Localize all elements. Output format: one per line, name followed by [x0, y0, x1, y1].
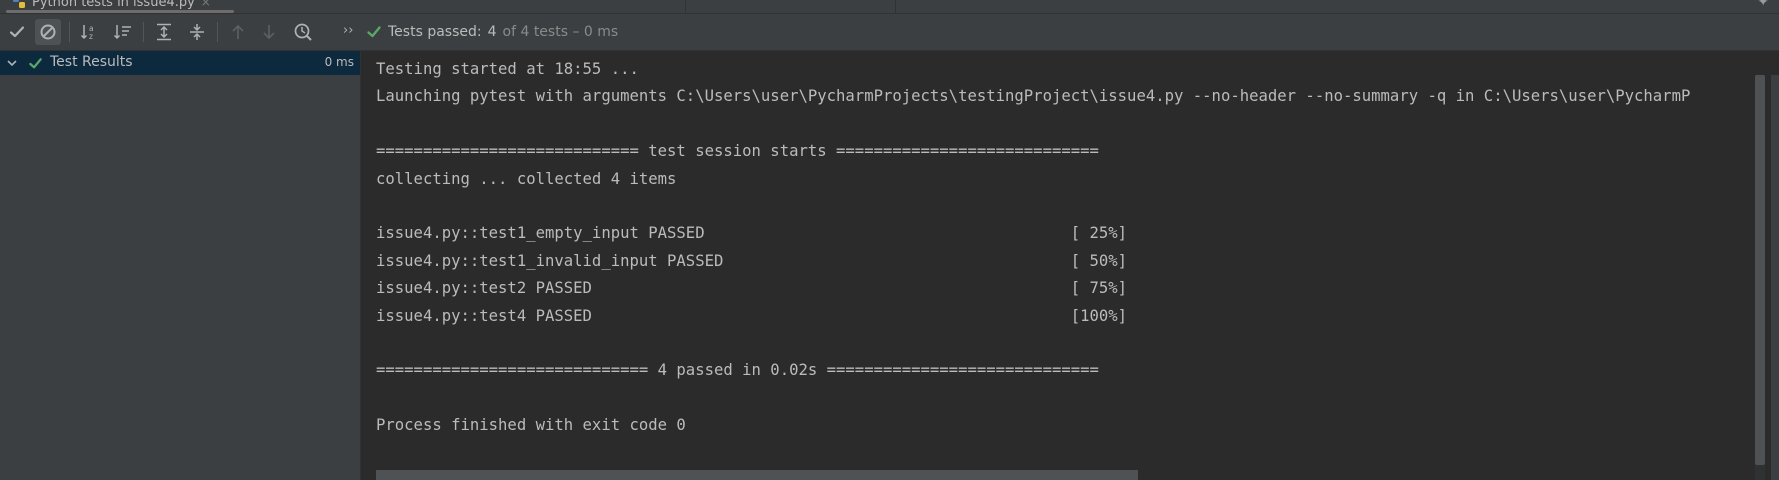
vertical-scrollbar[interactable] [1755, 75, 1765, 480]
chevron-down-icon[interactable] [6, 57, 18, 69]
console-line: issue4.py::test4 PASSED [100%] [376, 306, 1128, 325]
status-suffix: of 4 tests – 0 ms [502, 24, 619, 40]
passed-check-icon [29, 58, 42, 69]
python-icon [13, 0, 25, 8]
sort-alphabetically-button[interactable]: a z [77, 19, 103, 45]
sort-az-icon: a z [80, 24, 94, 41]
collapse-all-icon [190, 24, 204, 40]
run-tab-strip: Python tests in issue4.py × ✦ [0, 0, 1779, 14]
svg-text:z: z [89, 32, 93, 41]
history-clock-icon [294, 23, 312, 41]
show-ignored-button[interactable] [35, 19, 61, 45]
strip-divider [685, 0, 686, 13]
test-tree-panel: Test Results 0 ms [0, 51, 361, 480]
console-line: collecting ... collected 4 items [376, 169, 677, 188]
run-tab-underline [6, 10, 234, 13]
toolbar-separator [217, 22, 218, 42]
sort-by-duration-button[interactable] [110, 19, 136, 45]
show-passed-button[interactable] [4, 19, 30, 45]
console-line: Launching pytest with arguments C:\Users… [376, 87, 1691, 106]
expand-all-button[interactable] [151, 19, 177, 45]
expand-all-icon [157, 23, 171, 41]
strip-divider [895, 0, 896, 13]
console-line: Process finished with exit code 0 [376, 416, 686, 435]
status-prefix: Tests passed: [388, 24, 482, 40]
tree-item-duration: 0 ms [324, 55, 354, 69]
ignored-circle-icon [40, 24, 56, 40]
console-right-gutter [1771, 75, 1779, 480]
toolbar-separator [69, 22, 70, 42]
checkmark-icon [9, 26, 25, 38]
sort-duration-icon [113, 25, 131, 40]
console-line: ============================= 4 passed i… [376, 361, 1099, 380]
console-line: issue4.py::test2 PASSED [ 75%] [376, 279, 1128, 298]
run-tab-close-icon[interactable]: × [201, 0, 211, 9]
gear-icon[interactable]: ✦ [1757, 0, 1769, 10]
tree-item-test-results[interactable]: Test Results 0 ms [0, 51, 360, 75]
run-tab-label: Python tests in issue4.py [32, 0, 195, 10]
toolbar-separator [143, 22, 144, 42]
console-output[interactable]: Testing started at 18:55 ... Launching py… [361, 51, 1779, 480]
arrow-up-icon [232, 24, 244, 39]
test-history-button[interactable] [290, 19, 316, 45]
console-line: issue4.py::test1_empty_input PASSED [ 25… [376, 224, 1128, 243]
passed-check-icon [367, 26, 381, 38]
previous-failed-button[interactable] [225, 19, 251, 45]
console-line: ============================ test sessio… [376, 142, 1099, 161]
vertical-scrollbar-thumb[interactable] [1755, 75, 1765, 465]
console-line: issue4.py::test1_invalid_input PASSED [ … [376, 251, 1128, 270]
toolbar-overflow-chevron-icon[interactable]: ›› [343, 23, 353, 38]
tree-item-label: Test Results [50, 54, 133, 70]
collapse-all-button[interactable] [184, 19, 210, 45]
horizontal-scrollbar-thumb[interactable] [376, 470, 1138, 480]
next-failed-button[interactable] [256, 19, 282, 45]
console-line: Testing started at 18:55 ... [376, 60, 639, 78]
test-runner-toolbar: a z ›› Tests passed: 4 of 4 tests – 0 ms [0, 14, 1779, 51]
test-status: Tests passed: 4 of 4 tests – 0 ms [366, 14, 618, 50]
status-passed-count: 4 [487, 24, 497, 40]
arrow-down-icon [263, 25, 275, 40]
console-lines: Testing started at 18:55 ... Launching py… [376, 56, 1690, 439]
